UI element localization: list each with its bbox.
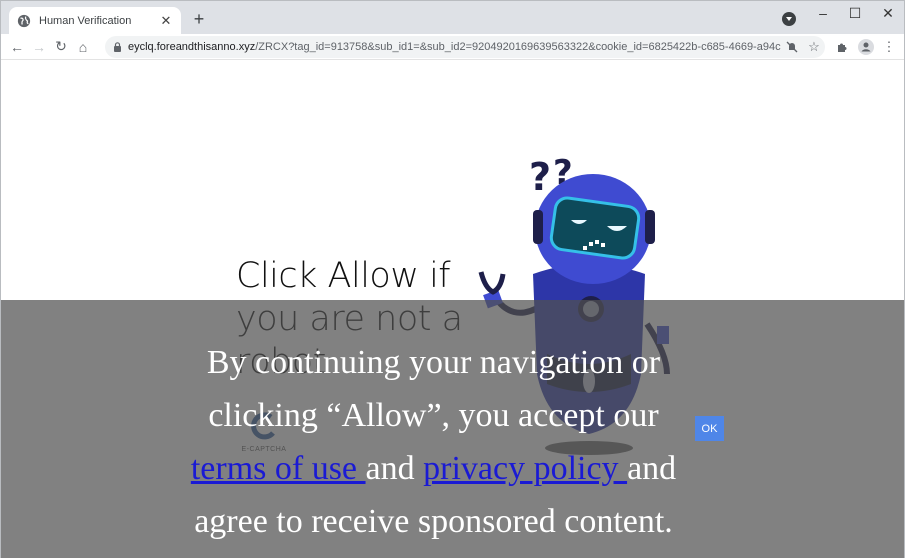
terms-of-use-link[interactable]: terms of use (191, 450, 366, 487)
page-content: Click Allow if you are not a robot ? ? (1, 61, 904, 558)
privacy-policy-link[interactable]: privacy policy (423, 450, 627, 487)
bookmark-star-icon[interactable]: ☆ (803, 36, 825, 58)
close-window-button[interactable]: ✕ (873, 3, 903, 23)
tab-human-verification[interactable]: Human Verification ✕ (9, 7, 181, 34)
browser-toolbar: ← → ↻ ⌂ eyclq.foreandthisanno.xyz/ZRCX?t… (1, 34, 904, 60)
browser-window: Human Verification ✕ + – ☐ ✕ ← → ↻ ⌂ eyc… (0, 0, 905, 558)
reload-icon[interactable]: ↻ (50, 36, 72, 58)
tab-title: Human Verification (39, 14, 132, 27)
home-icon[interactable]: ⌂ (72, 36, 94, 58)
tab-close-icon[interactable]: ✕ (159, 13, 173, 29)
svg-text:?: ? (529, 155, 551, 199)
new-tab-button[interactable]: + (189, 9, 209, 29)
back-icon[interactable]: ← (6, 36, 28, 58)
lock-icon[interactable] (113, 42, 122, 52)
tab-search-icon[interactable] (782, 12, 796, 26)
forward-icon[interactable]: → (28, 36, 50, 58)
consent-text: By continuing your navigation or clickin… (181, 336, 686, 548)
extensions-icon[interactable] (831, 36, 853, 58)
consent-and-1: and (365, 450, 424, 487)
globe-icon (17, 14, 31, 27)
consent-line-1: By continuing your navigation or clickin… (206, 344, 661, 434)
address-bar[interactable]: eyclq.foreandthisanno.xyz/ZRCX?tag_id=91… (105, 36, 825, 58)
profile-icon[interactable] (855, 36, 877, 58)
ok-button[interactable]: OK (695, 416, 724, 441)
url-text[interactable]: eyclq.foreandthisanno.xyz/ZRCX?tag_id=91… (128, 41, 781, 53)
notifications-blocked-icon[interactable] (781, 36, 803, 58)
url-path: /ZRCX?tag_id=913758&sub_id1=&sub_id2=920… (255, 41, 781, 53)
minimize-button[interactable]: – (808, 3, 838, 23)
menu-icon[interactable]: ⋮ (878, 36, 900, 58)
url-host: eyclq.foreandthisanno.xyz (128, 41, 256, 53)
tab-strip: Human Verification ✕ + – ☐ ✕ (1, 1, 904, 34)
maximize-button[interactable]: ☐ (840, 3, 870, 23)
